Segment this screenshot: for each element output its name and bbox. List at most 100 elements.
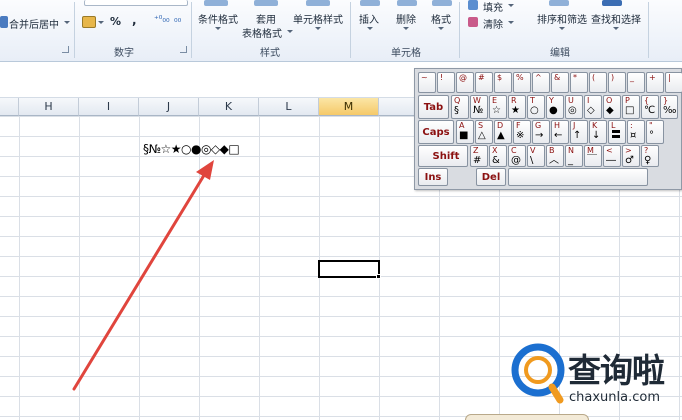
column-header-j[interactable]: J — [139, 98, 199, 116]
key-0[interactable]: ~ — [418, 72, 436, 93]
cell-symbols-text[interactable]: §№☆★○●◎◇◆□ — [143, 142, 240, 156]
table-format-button[interactable]: 套用 — [256, 11, 276, 26]
number-format-box[interactable] — [84, 0, 188, 6]
key-s[interactable]: S △ — [475, 120, 493, 144]
table-format-button-line2[interactable]: 表格格式 — [242, 25, 282, 40]
clear-dropdown-icon[interactable] — [508, 21, 514, 24]
key-p[interactable]: P □ — [622, 95, 640, 119]
space-key[interactable] — [508, 168, 648, 186]
key-symbol: # — [473, 155, 482, 166]
key-k[interactable]: K ↓ — [589, 120, 607, 144]
key-9[interactable]: ( — [589, 72, 607, 93]
key-9[interactable]: ? ♀ — [641, 145, 659, 167]
key-1[interactable]: ! — [437, 72, 455, 93]
column-header-h[interactable]: H — [19, 98, 79, 116]
format-dropdown-icon[interactable] — [438, 27, 444, 30]
soft-keyboard[interactable]: ~! @ # $% ^ & * () _ + | Tab Q § W № E ☆ R ★ T ○ Y ● U ◎ I ◇ O ◆ P □{℃}… — [414, 68, 682, 190]
key-7[interactable]: & — [551, 72, 569, 93]
percent-button[interactable]: % — [110, 15, 121, 28]
key-1[interactable]: X & — [489, 145, 507, 167]
key-j[interactable]: J ↑ — [570, 120, 588, 144]
key-w[interactable]: W № — [470, 95, 488, 119]
insert-button[interactable]: 插入 — [359, 11, 379, 26]
format-button[interactable]: 格式 — [431, 11, 451, 26]
delete-dropdown-icon[interactable] — [403, 27, 409, 30]
column-header-m[interactable]: M — [319, 98, 379, 116]
key-e[interactable]: E ☆ — [489, 95, 507, 119]
number-launcher-icon[interactable] — [180, 46, 187, 53]
conditional-format-button[interactable]: 条件格式 — [198, 11, 238, 26]
key-}[interactable]: } ‰ — [660, 95, 678, 119]
key-i[interactable]: I ◇ — [584, 95, 602, 119]
conditional-format-dropdown-icon[interactable] — [215, 27, 221, 30]
active-cell[interactable] — [318, 260, 380, 278]
key-2[interactable]: @ — [456, 72, 474, 93]
del-key[interactable]: Del — [476, 168, 506, 186]
decrease-decimal-button[interactable]: ₀₀ — [174, 15, 181, 25]
ins-key[interactable]: Ins — [418, 168, 448, 186]
find-select-button[interactable]: 查找和选择 — [591, 11, 641, 26]
key-5[interactable]: N _ — [565, 145, 583, 167]
key-h[interactable]: H ← — [551, 120, 569, 144]
tab-key[interactable]: Tab — [418, 95, 449, 119]
shift-key[interactable]: Shift — [418, 145, 468, 167]
key-r[interactable]: R ★ — [508, 95, 526, 119]
key-label: & — [554, 73, 561, 82]
insert-dropdown-icon[interactable] — [367, 27, 373, 30]
key-{[interactable]: {℃ — [641, 95, 659, 119]
key-o[interactable]: O ◆ — [603, 95, 621, 119]
column-header-l[interactable]: L — [259, 98, 319, 116]
key-4[interactable]: $ — [494, 72, 512, 93]
key-"[interactable]: " ° — [646, 120, 664, 144]
key-d[interactable]: D ▲ — [494, 120, 512, 144]
column-header-i[interactable]: I — [79, 98, 139, 116]
key-symbol: & — [492, 155, 500, 166]
key-6[interactable]: M ￣ — [584, 145, 602, 167]
key-4[interactable]: B ︿ — [546, 145, 564, 167]
fill-handle[interactable] — [376, 274, 381, 279]
comma-button[interactable]: , — [132, 13, 137, 27]
merge-center-button[interactable]: 合并后居中 — [9, 16, 59, 31]
key-l[interactable]: L 〓 — [608, 120, 626, 144]
merge-dropdown-icon[interactable] — [64, 21, 70, 24]
key-8[interactable]: * — [570, 72, 588, 93]
key-8[interactable]: > ♂ — [622, 145, 640, 167]
fill-dropdown-icon[interactable] — [508, 4, 514, 7]
caps-key[interactable]: Caps — [418, 120, 454, 144]
column-header-k[interactable]: K — [199, 98, 259, 116]
key-y[interactable]: Y ● — [546, 95, 564, 119]
key-symbol: ￣ — [587, 155, 597, 166]
key-3[interactable]: V \ — [527, 145, 545, 167]
key-t[interactable]: T ○ — [527, 95, 545, 119]
key-6[interactable]: ^ — [532, 72, 550, 93]
accounting-dropdown-icon[interactable] — [98, 21, 104, 24]
key-7[interactable]: < ― — [603, 145, 621, 167]
key-2[interactable]: C @ — [508, 145, 526, 167]
cell-styles-button[interactable]: 单元格样式 — [293, 11, 343, 26]
table-format-dropdown-icon[interactable] — [287, 30, 293, 33]
key-5[interactable]: % — [513, 72, 531, 93]
key-11[interactable]: _ — [627, 72, 645, 93]
sort-filter-dropdown-icon[interactable] — [559, 27, 565, 30]
find-select-dropdown-icon[interactable] — [613, 27, 619, 30]
key-:[interactable]: : ¤ — [627, 120, 645, 144]
key-g[interactable]: G → — [532, 120, 550, 144]
cell-styles-dropdown-icon[interactable] — [315, 27, 321, 30]
increase-decimal-button[interactable]: ⁺⁰₀₀ — [154, 15, 170, 25]
clear-button[interactable]: 清除 — [483, 16, 503, 31]
key-q[interactable]: Q § — [451, 95, 469, 119]
fill-button[interactable]: 填充 — [483, 0, 503, 14]
key-0[interactable]: Z # — [470, 145, 488, 167]
key-3[interactable]: # — [475, 72, 493, 93]
delete-button[interactable]: 删除 — [396, 11, 416, 26]
key-f[interactable]: F ※ — [513, 120, 531, 144]
key-10[interactable]: ) — [608, 72, 626, 93]
key-a[interactable]: A ■ — [456, 120, 474, 144]
key-13[interactable]: | — [665, 72, 682, 93]
sort-filter-button[interactable]: 排序和筛选 — [537, 11, 587, 26]
key-label: + — [649, 73, 656, 82]
alignment-launcher-icon[interactable] — [62, 46, 69, 53]
accounting-format-icon[interactable] — [82, 16, 96, 28]
key-u[interactable]: U ◎ — [565, 95, 583, 119]
key-12[interactable]: + — [646, 72, 664, 93]
